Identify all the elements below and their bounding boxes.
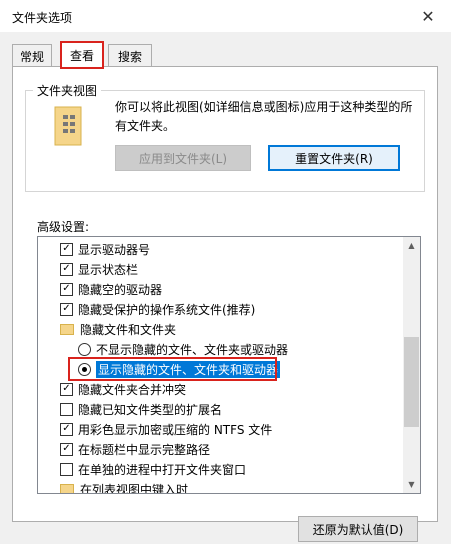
list-item[interactable]: ✓ 隐藏文件夹合并冲突 [60,379,186,399]
list-item[interactable]: 在单独的进程中打开文件夹窗口 [60,459,246,479]
folder-view-legend: 文件夹视图 [33,82,102,99]
close-button[interactable]: ✕ [413,4,443,28]
advanced-settings-label: 高级设置: [37,220,90,234]
checkbox[interactable]: ✓ [60,382,73,396]
folder-view-icon [54,106,82,146]
checkbox[interactable]: ✓ [60,242,73,256]
list-item: 隐藏文件和文件夹 [60,319,176,339]
vertical-scrollbar[interactable]: ▲ ▼ [403,237,420,493]
scroll-down-arrow-icon[interactable]: ▼ [403,476,420,493]
folder-view-description: 你可以将此视图(如详细信息或图标)应用于这种类型的所有文件夹。 [115,100,413,133]
reset-folders-button[interactable]: 重置文件夹(R) [268,145,400,171]
window-title: 文件夹选项 [12,11,73,25]
folder-icon [60,323,74,335]
list-item[interactable]: 隐藏已知文件类型的扩展名 [60,399,222,419]
tab-general[interactable]: 常规 [12,44,52,67]
checkbox[interactable] [60,402,73,416]
checkbox[interactable]: ✓ [60,442,73,456]
list-item[interactable]: ✓ 用彩色显示加密或压缩的 NTFS 文件 [60,419,272,439]
checkbox[interactable]: ✓ [60,302,73,316]
checkbox[interactable]: ✓ [60,422,73,436]
folder-icon [60,483,74,493]
restore-defaults-button[interactable]: 还原为默认值(D) [298,516,418,542]
close-icon: ✕ [421,6,435,26]
list-item[interactable]: 不显示隐藏的文件、文件夹或驱动器 [78,339,288,359]
highlight-box [68,357,277,381]
radio-button[interactable] [78,342,91,356]
checkbox[interactable]: ✓ [60,262,73,276]
checkbox[interactable]: ✓ [60,282,73,296]
list-item[interactable]: ✓ 显示状态栏 [60,259,138,279]
list-item[interactable]: ✓ 显示驱动器号 [60,239,150,259]
list-item[interactable]: ✓ 隐藏空的驱动器 [60,279,162,299]
list-item: 在列表视图中键入时 [60,479,188,493]
apply-to-folders-button[interactable]: 应用到文件夹(L) [115,145,251,171]
checkbox[interactable] [60,462,73,476]
scroll-up-arrow-icon[interactable]: ▲ [403,237,420,254]
tab-search[interactable]: 搜索 [108,44,152,67]
scrollbar-thumb[interactable] [404,337,419,427]
tab-view[interactable]: 查看 [60,41,104,69]
list-item[interactable]: ✓ 隐藏受保护的操作系统文件(推荐) [60,299,255,319]
list-item[interactable]: ✓ 在标题栏中显示完整路径 [60,439,210,459]
